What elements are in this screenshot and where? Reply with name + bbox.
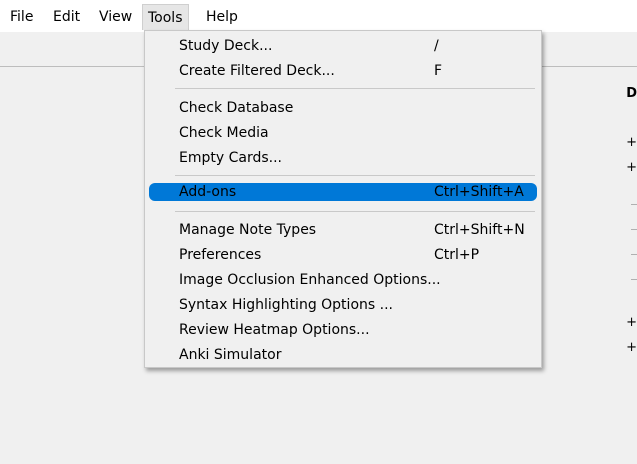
menu-item-label: Review Heatmap Options... — [179, 322, 370, 338]
menu-item-study-deck[interactable]: Study Deck... / — [149, 35, 537, 57]
background-expand-icon: + — [626, 160, 637, 175]
menu-view[interactable]: View — [94, 4, 137, 30]
menu-item-check-database[interactable]: Check Database — [149, 97, 537, 119]
background-row-divider — [631, 229, 637, 230]
menu-item-create-filtered-deck[interactable]: Create Filtered Deck... F — [149, 60, 537, 82]
menu-item-label: Study Deck... — [179, 38, 273, 54]
menu-separator — [175, 175, 535, 176]
menu-item-label: Empty Cards... — [179, 150, 282, 166]
menu-item-shortcut: Ctrl+P — [434, 247, 480, 263]
menu-item-label: Check Media — [179, 125, 269, 141]
menu-item-shortcut: / — [434, 38, 439, 54]
menu-item-label: Preferences — [179, 247, 262, 263]
menu-separator — [175, 211, 535, 212]
tools-dropdown-menu: Study Deck... / Create Filtered Deck... … — [144, 30, 542, 368]
menu-item-manage-note-types[interactable]: Manage Note Types Ctrl+Shift+N — [149, 219, 537, 241]
menu-item-preferences[interactable]: Preferences Ctrl+P — [149, 244, 537, 266]
menu-item-label: Manage Note Types — [179, 222, 317, 238]
background-expand-icon: + — [626, 315, 637, 330]
background-deck-header: D — [626, 86, 637, 101]
menu-item-check-media[interactable]: Check Media — [149, 122, 537, 144]
menu-item-label: Check Database — [179, 100, 294, 116]
menu-item-anki-simulator[interactable]: Anki Simulator — [149, 344, 537, 366]
menu-item-shortcut: Ctrl+Shift+N — [434, 222, 525, 238]
menu-item-label: Add-ons — [179, 184, 237, 200]
background-expand-icon: + — [626, 135, 637, 150]
background-row-divider — [631, 279, 637, 280]
menu-item-add-ons[interactable]: Add-ons Ctrl+Shift+A — [149, 183, 537, 201]
menu-item-label: Anki Simulator — [179, 347, 282, 363]
background-expand-icon: + — [626, 340, 637, 355]
menu-edit[interactable]: Edit — [48, 4, 85, 30]
menu-item-label: Image Occlusion Enhanced Options... — [179, 272, 441, 288]
menu-item-empty-cards[interactable]: Empty Cards... — [149, 147, 537, 169]
menu-separator — [175, 88, 535, 89]
menu-item-shortcut: F — [434, 63, 443, 79]
menu-item-syntax-highlighting-options[interactable]: Syntax Highlighting Options ... — [149, 294, 537, 316]
menu-item-image-occlusion-options[interactable]: Image Occlusion Enhanced Options... — [149, 269, 537, 291]
anki-main-window: File Edit View Tools Help D + + + + Stud… — [0, 0, 637, 464]
menu-item-shortcut: Ctrl+Shift+A — [434, 184, 524, 200]
background-row-divider — [631, 254, 637, 255]
menu-tools[interactable]: Tools — [142, 4, 189, 30]
menubar: File Edit View Tools Help — [0, 0, 637, 32]
menu-help[interactable]: Help — [201, 4, 243, 30]
menu-item-label: Create Filtered Deck... — [179, 63, 335, 79]
background-row-divider — [631, 204, 637, 205]
menu-file[interactable]: File — [5, 4, 38, 30]
menu-item-label: Syntax Highlighting Options ... — [179, 297, 393, 313]
menu-item-review-heatmap-options[interactable]: Review Heatmap Options... — [149, 319, 537, 341]
